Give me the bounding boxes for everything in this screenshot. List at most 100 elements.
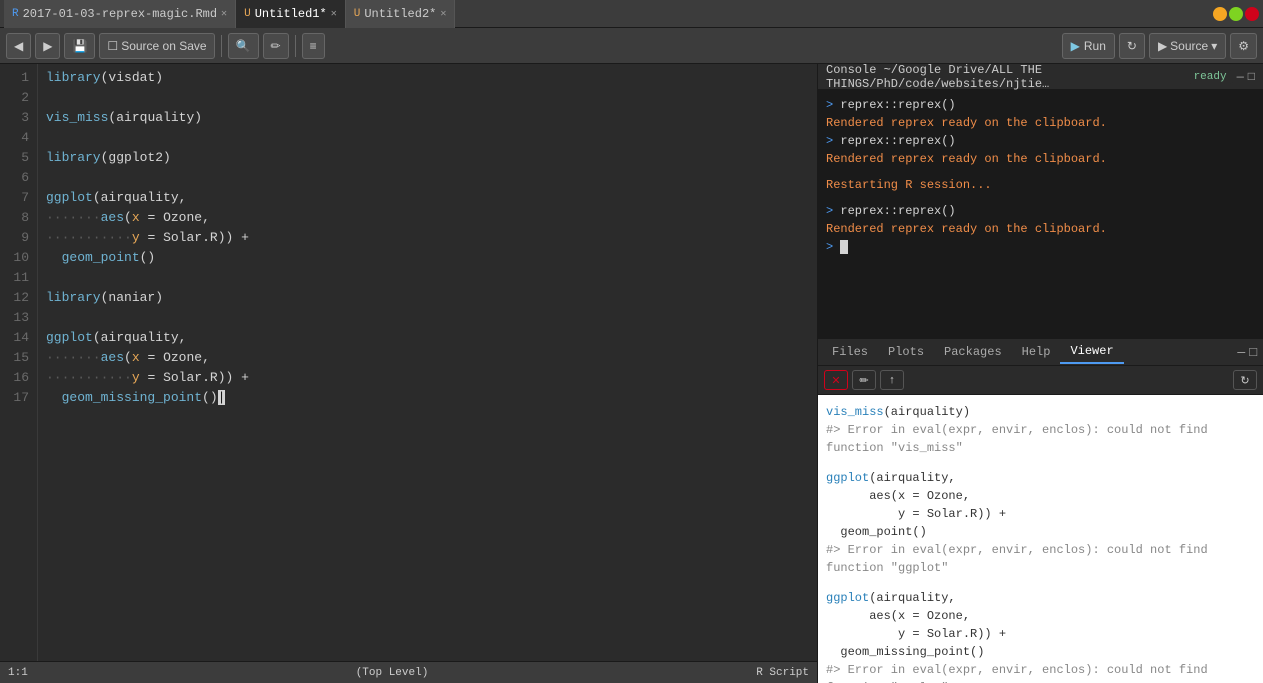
tab-packages[interactable]: Packages (934, 341, 1012, 363)
line-num-5: 5 (0, 148, 29, 168)
save-button[interactable]: 💾 (64, 33, 95, 59)
console-line-1: > reprex::reprex() (826, 96, 1255, 114)
viewer-content[interactable]: vis_miss(airquality) #> Error in eval(ex… (818, 395, 1263, 683)
knit-button[interactable]: ☐ Source on Save (99, 33, 214, 59)
tab-bar: R 2017-01-03-reprex-magic.Rmd ✕ U Untitl… (0, 0, 1263, 28)
maximize-panel-icon[interactable]: □ (1249, 345, 1257, 360)
tab-untitled2-close[interactable]: ✕ (440, 8, 446, 20)
tab-rmd-close[interactable]: ✕ (221, 8, 227, 20)
viewer-error-3: #> Error in eval(expr, envir, enclos): c… (826, 661, 1255, 683)
cursor-position: 1:1 (8, 667, 28, 679)
viewer-block-1: vis_miss(airquality) #> Error in eval(ex… (826, 403, 1255, 457)
viewer-toolbar: ✕ ✏ ↑ ↻ (818, 366, 1263, 395)
console-restart-msg: Restarting R session... (826, 176, 1255, 194)
close-window-button[interactable] (1245, 7, 1259, 21)
viewer-brush-button[interactable]: ✏ (852, 370, 876, 390)
minimize-button[interactable] (1213, 7, 1227, 21)
format-button[interactable]: ≡ (302, 33, 325, 59)
viewer-close-button[interactable]: ✕ (824, 370, 848, 390)
viewer-error-1: #> Error in eval(expr, envir, enclos): c… (826, 421, 1255, 457)
run-button[interactable]: ▶ Run (1062, 33, 1115, 59)
panel-controls: — □ (1237, 345, 1263, 360)
status-bar: 1:1 (Top Level) R Script (0, 661, 817, 683)
u2-icon: U (354, 8, 361, 20)
redo-button[interactable]: ▶ (35, 33, 60, 59)
rerun-button[interactable]: ↻ (1119, 33, 1145, 59)
line-num-1: 1 (0, 68, 29, 88)
viewer-code-3: ggplot(airquality, aes(x = Ozone, y = So… (826, 589, 1255, 661)
run-label: Run (1084, 39, 1106, 53)
tab-untitled1-close[interactable]: ✕ (331, 8, 337, 20)
code-editor[interactable]: library(visdat) vis_miss(airquality) lib… (38, 64, 817, 661)
line-num-14: 14 (0, 328, 29, 348)
u1-icon: U (244, 8, 251, 20)
r-icon: R (12, 8, 19, 20)
editor-pane: 1 2 3 4 5 6 7 8 9 10 11 12 13 14 15 16 1… (0, 64, 818, 683)
ready-status: ready (1188, 70, 1233, 84)
file-type: R Script (756, 667, 809, 679)
line-num-7: 7 (0, 188, 29, 208)
line-num-15: 15 (0, 348, 29, 368)
viewer-refresh-button[interactable]: ↻ (1233, 370, 1257, 390)
console-header: Console ~/Google Drive/ALL THE THINGS/Ph… (818, 64, 1263, 90)
minimize-panel-icon[interactable]: — (1237, 345, 1245, 360)
right-panel: Console ~/Google Drive/ALL THE THINGS/Ph… (818, 64, 1263, 683)
line-num-10: 10 (0, 248, 29, 268)
extra-button[interactable]: ⚙ (1230, 33, 1257, 59)
source-on-save-checkbox[interactable]: ☐ (107, 39, 118, 53)
viewer-error-2: #> Error in eval(expr, envir, enclos): c… (826, 541, 1255, 577)
window-controls (1213, 7, 1263, 21)
line-num-13: 13 (0, 308, 29, 328)
run-play-icon: ▶ (1071, 39, 1080, 53)
source-on-save-label: Source on Save (121, 39, 206, 53)
undo-button[interactable]: ◀ (6, 33, 31, 59)
viewer-block-2: ggplot(airquality, aes(x = Ozone, y = So… (826, 469, 1255, 577)
tab-untitled1[interactable]: U Untitled1* ✕ (236, 0, 346, 28)
viewer-code-1: vis_miss(airquality) (826, 403, 1255, 421)
viewer-block-3: ggplot(airquality, aes(x = Ozone, y = So… (826, 589, 1255, 683)
separator-2 (295, 35, 296, 57)
line-num-3: 3 (0, 108, 29, 128)
line-num-8: 8 (0, 208, 29, 228)
tab-rmd[interactable]: R 2017-01-03-reprex-magic.Rmd ✕ (4, 0, 236, 28)
console-output-1: Rendered reprex ready on the clipboard. (826, 114, 1255, 132)
tab-files[interactable]: Files (822, 341, 878, 363)
console-cursor (840, 240, 848, 254)
line-num-6: 6 (0, 168, 29, 188)
line-num-9: 9 (0, 228, 29, 248)
tab-untitled2[interactable]: U Untitled2* ✕ (346, 0, 456, 28)
console-output-2: Rendered reprex ready on the clipboard. (826, 150, 1255, 168)
line-num-12: 12 (0, 288, 29, 308)
console-line-2: > reprex::reprex() (826, 132, 1255, 150)
console-title: Console ~/Google Drive/ALL THE THINGS/Ph… (826, 64, 1188, 91)
minimize-console-icon[interactable]: — (1237, 70, 1244, 84)
search-button[interactable]: 🔍 (228, 33, 259, 59)
toolbar: ◀ ▶ 💾 ☐ Source on Save 🔍 ✏ ≡ ▶ Run ↻ ▶ S… (0, 28, 1263, 64)
tab-untitled1-label: Untitled1* (255, 7, 327, 21)
console-prompt-line: > (826, 238, 1255, 256)
line-numbers: 1 2 3 4 5 6 7 8 9 10 11 12 13 14 15 16 1… (0, 64, 38, 661)
source-button[interactable]: ▶ Source ▾ (1149, 33, 1226, 59)
code-area[interactable]: 1 2 3 4 5 6 7 8 9 10 11 12 13 14 15 16 1… (0, 64, 817, 661)
console-area[interactable]: > reprex::reprex() Rendered reprex ready… (818, 90, 1263, 338)
tab-untitled2-label: Untitled2* (364, 7, 436, 21)
maximize-button[interactable] (1229, 7, 1243, 21)
tab-viewer[interactable]: Viewer (1060, 340, 1123, 364)
line-num-16: 16 (0, 368, 29, 388)
source-label: Source (1170, 39, 1208, 53)
separator-1 (221, 35, 222, 57)
spellcheck-button[interactable]: ✏ (263, 33, 289, 59)
maximize-console-icon[interactable]: □ (1248, 70, 1255, 84)
source-dropdown-icon[interactable]: ▾ (1211, 39, 1217, 53)
main-content: 1 2 3 4 5 6 7 8 9 10 11 12 13 14 15 16 1… (0, 64, 1263, 683)
line-num-17: 17 (0, 388, 29, 408)
viewer-export-button[interactable]: ↑ (880, 370, 904, 390)
code-level: (Top Level) (356, 667, 429, 679)
tab-help[interactable]: Help (1012, 341, 1061, 363)
console-output-3: Rendered reprex ready on the clipboard. (826, 220, 1255, 238)
console-line-3: > reprex::reprex() (826, 202, 1255, 220)
viewer-code-2: ggplot(airquality, aes(x = Ozone, y = So… (826, 469, 1255, 541)
tab-rmd-label: 2017-01-03-reprex-magic.Rmd (23, 7, 217, 21)
tab-plots[interactable]: Plots (878, 341, 934, 363)
console-header-right: ready — □ (1188, 70, 1255, 84)
